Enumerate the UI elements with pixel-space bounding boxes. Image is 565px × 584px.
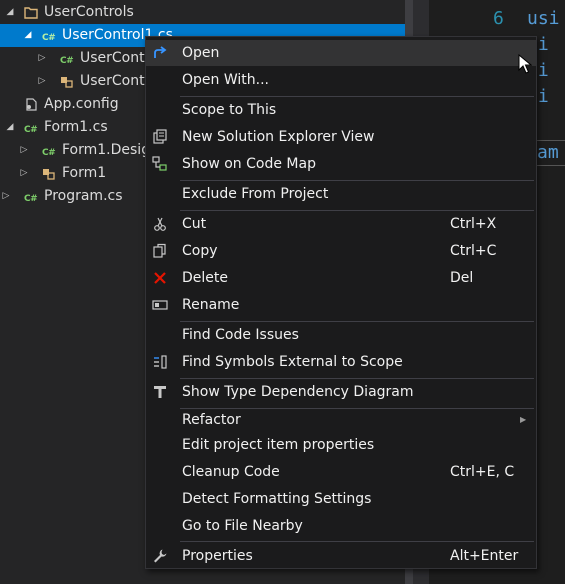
tree-item-label: Program.cs [44, 188, 123, 204]
line-number: 6 [493, 8, 504, 29]
collapsed-arrow-icon[interactable]: ▷ [18, 162, 30, 185]
collapsed-arrow-icon[interactable]: ▷ [36, 70, 48, 93]
collapsed-arrow-icon[interactable]: ▷ [36, 47, 48, 70]
scissors-icon [154, 217, 166, 231]
code-line: 6 usi [429, 6, 565, 32]
menu-item-shortcut: Alt+Enter [450, 548, 519, 564]
menu-item-label: Cut [182, 216, 207, 232]
menu-item-cleanup-code[interactable]: Cleanup Code Ctrl+E, C [146, 459, 536, 485]
menu-item-edit-project-item-properties[interactable]: Edit project item properties [146, 432, 536, 458]
menu-item-exclude-from-project[interactable]: Exclude From Project [146, 181, 536, 207]
rename-icon [152, 300, 168, 310]
menu-item-detect-formatting-settings[interactable]: Detect Formatting Settings [146, 486, 536, 512]
menu-item-copy[interactable]: Copy Ctrl+C [146, 238, 536, 264]
delete-x-icon [154, 272, 166, 284]
menu-item-shortcut: Ctrl+C [450, 243, 497, 259]
menu-item-shortcut: Ctrl+E, C [450, 464, 515, 480]
menu-item-cut[interactable]: Cut Ctrl+X [146, 211, 536, 237]
code-map-icon [152, 156, 167, 171]
config-file-icon [26, 98, 37, 111]
open-arrow-icon [154, 46, 167, 58]
code-text: am [537, 142, 559, 163]
menu-item-label: Find Code Issues [182, 327, 299, 343]
new-view-icon [153, 129, 167, 144]
menu-item-open[interactable]: Open [146, 40, 536, 66]
csharp-file-icon: C# [24, 125, 38, 135]
expanded-arrow-icon[interactable]: ◢ [4, 1, 16, 24]
menu-separator [180, 541, 534, 542]
folder-icon [24, 7, 38, 19]
collapsed-arrow-icon[interactable]: ▷ [0, 185, 12, 208]
menu-item-label: Show on Code Map [182, 156, 316, 172]
menu-item-label: Show Type Dependency Diagram [182, 384, 414, 400]
menu-item-shortcut: Ctrl+X [450, 216, 497, 232]
menu-item-label: Go to File Nearby [182, 518, 303, 534]
csharp-file-icon: C# [42, 33, 56, 43]
menu-item-label: Copy [182, 243, 218, 259]
mouse-pointer-icon [518, 54, 532, 74]
component-icon [43, 169, 55, 180]
context-menu: Open Open With... Scope to This New Solu… [145, 36, 537, 569]
menu-item-label: New Solution Explorer View [182, 129, 375, 145]
menu-item-delete[interactable]: Delete Del [146, 265, 536, 291]
menu-item-label: Delete [182, 270, 228, 286]
menu-item-label: Exclude From Project [182, 186, 329, 202]
wrench-icon [154, 549, 167, 563]
csharp-file-icon: C# [24, 194, 38, 204]
menu-item-properties[interactable]: Properties Alt+Enter [146, 543, 536, 569]
tree-item-label: App.config [44, 96, 119, 112]
menu-item-rename[interactable]: Rename [146, 292, 536, 318]
menu-item-label: Properties [182, 548, 253, 564]
code-text: usi [527, 8, 560, 29]
expanded-arrow-icon[interactable]: ◢ [22, 24, 34, 47]
menu-item-find-symbols-external[interactable]: Find Symbols External to Scope [146, 349, 536, 375]
tree-item-label: Form1.cs [44, 119, 108, 135]
menu-item-label: Rename [182, 297, 240, 313]
csharp-file-icon: C# [60, 56, 74, 66]
menu-item-scope-to-this[interactable]: Scope to This [146, 97, 536, 123]
find-symbols-icon [154, 355, 167, 369]
menu-item-label: Cleanup Code [182, 464, 280, 480]
copy-icon [153, 243, 166, 258]
menu-item-show-on-code-map[interactable]: Show on Code Map [146, 151, 536, 177]
menu-item-label: Refactor [182, 412, 241, 428]
tree-item-label: UserContr [80, 50, 151, 66]
collapsed-arrow-icon[interactable]: ▷ [18, 139, 30, 162]
submenu-arrow-icon: ▶ [520, 415, 527, 424]
tree-item-label: UserContr [80, 73, 151, 89]
menu-item-go-to-file-nearby[interactable]: Go to File Nearby [146, 513, 536, 539]
menu-item-new-solution-explorer-view[interactable]: New Solution Explorer View [146, 124, 536, 150]
menu-item-label: Open With... [182, 72, 269, 88]
csharp-file-icon: C# [42, 148, 56, 158]
menu-item-label: Scope to This [182, 102, 277, 118]
menu-item-refactor[interactable]: Refactor ▶ [146, 407, 536, 433]
menu-item-label: Open [182, 45, 220, 61]
menu-item-label: Edit project item properties [182, 437, 375, 453]
tree-item-usercontrols-folder[interactable]: ◢ UserControls [0, 1, 405, 24]
menu-item-show-type-dependency-diagram[interactable]: Show Type Dependency Diagram [146, 379, 536, 405]
expanded-arrow-icon[interactable]: ◢ [4, 116, 16, 139]
menu-item-label: Detect Formatting Settings [182, 491, 372, 507]
menu-item-shortcut: Del [450, 270, 474, 286]
component-icon [61, 77, 73, 88]
menu-item-label: Find Symbols External to Scope [182, 354, 403, 370]
menu-item-find-code-issues[interactable]: Find Code Issues [146, 322, 536, 348]
tree-item-label: UserControls [44, 4, 134, 20]
menu-item-open-with[interactable]: Open With... [146, 67, 536, 93]
tree-item-label: Form1 [62, 165, 107, 181]
type-diagram-icon [154, 386, 166, 398]
